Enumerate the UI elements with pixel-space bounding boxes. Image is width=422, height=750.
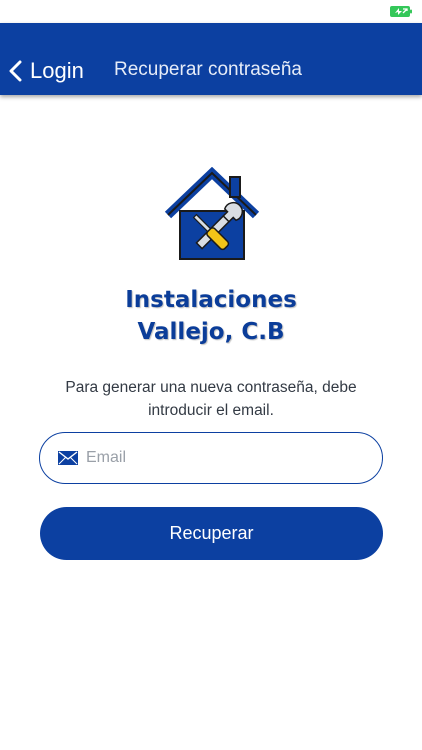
battery-charging-icon (390, 6, 412, 17)
back-button[interactable]: Login (8, 56, 84, 86)
email-field[interactable] (39, 432, 383, 484)
mail-icon (58, 451, 78, 465)
email-input[interactable] (86, 449, 356, 467)
instructions-line-1: Para generar una nueva contraseña, debe (65, 379, 357, 396)
chevron-left-icon (9, 60, 22, 82)
company-name: Instalaciones Vallejo, C.B (0, 284, 422, 348)
instructions-line-2: introducir el email. (148, 402, 274, 419)
page-title: Recuperar contraseña (114, 59, 302, 80)
back-label: Login (30, 58, 84, 83)
instructions-text: Para generar una nueva contraseña, debe … (40, 376, 382, 422)
recover-button[interactable]: Recuperar (40, 507, 383, 560)
house-tools-logo (164, 167, 260, 260)
company-name-line-2: Vallejo, C.B (137, 319, 285, 345)
company-name-line-1: Instalaciones (125, 287, 297, 313)
navigation-bar: Login Recuperar contraseña (0, 23, 422, 95)
status-bar (0, 0, 422, 23)
